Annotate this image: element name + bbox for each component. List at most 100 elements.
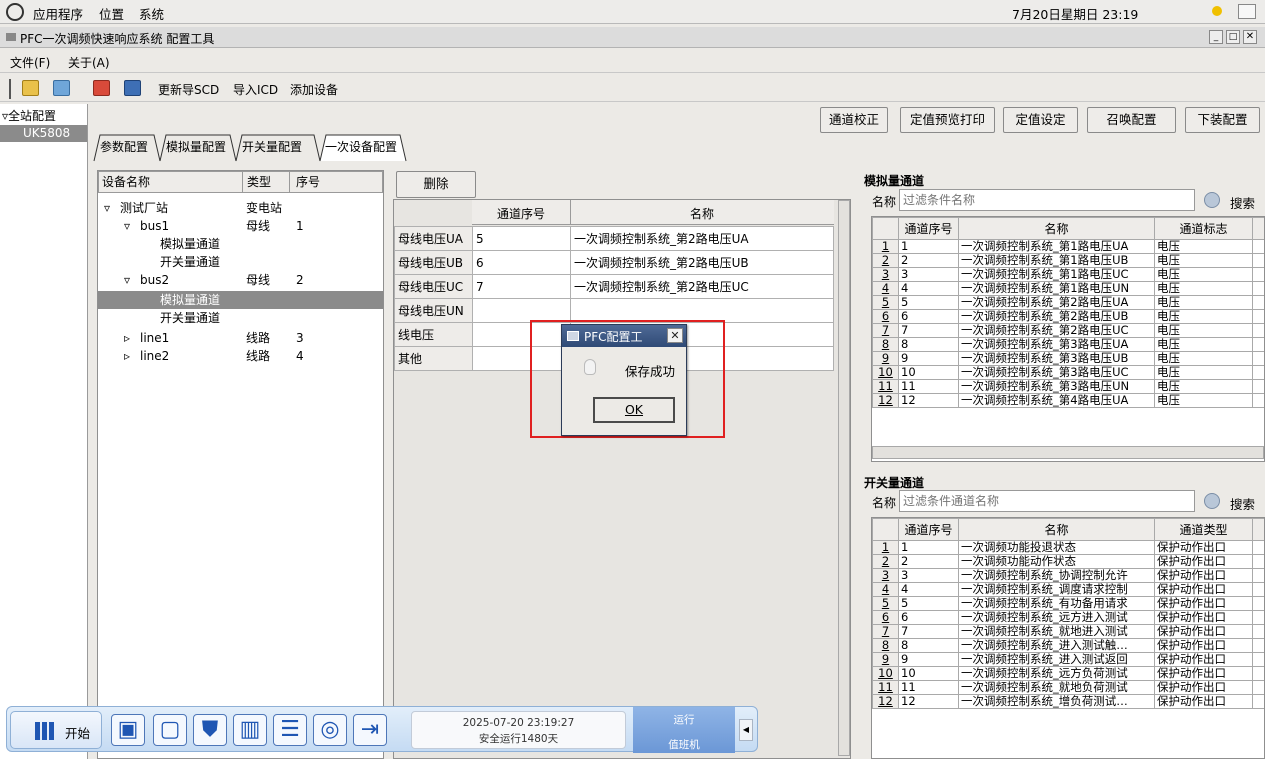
start-button[interactable]: 开始 (10, 711, 102, 749)
table-row[interactable]: 7 7 一次调频控制系统_第2路电压UC 电压 (872, 323, 1264, 338)
col-no[interactable]: 序号 (296, 172, 320, 192)
table-row[interactable]: 母线电压UA 5 一次调频控制系统_第2路电压UA (394, 226, 834, 251)
table-row[interactable]: 11 11 一次调频控制系统_第3路电压UN 电压 (872, 379, 1264, 394)
cell-name[interactable]: 一次调频控制系统_第2路电压UA (570, 226, 834, 251)
recall-config-button[interactable]: 召唤配置 (1087, 107, 1176, 133)
table-row[interactable]: 6 6 一次调频控制系统_远方进入测试 保护动作出口 (872, 610, 1264, 625)
keyboard-icon[interactable] (1238, 4, 1256, 19)
clock[interactable]: 7月20日星期日 23:19 (1012, 4, 1138, 23)
preview-print-button[interactable]: 定值预览打印 (900, 107, 995, 133)
tab-switch-config[interactable]: 开关量配置 (238, 134, 306, 160)
switch-filter-input[interactable] (899, 490, 1195, 512)
table-row[interactable]: 11 11 一次调频控制系统_就地负荷测试 保护动作出口 (872, 680, 1264, 695)
col-channel-no[interactable]: 通道序号 (898, 518, 959, 541)
tree-row[interactable]: ▿ bus1 母线 1 (98, 217, 383, 235)
tab-param-config[interactable]: 参数配置 (96, 134, 152, 160)
table-row[interactable]: 2 2 一次调频控制系统_第1路电压UB 电压 (872, 253, 1264, 268)
app-menu-icon[interactable] (6, 3, 24, 21)
table-row[interactable]: 2 2 一次调频功能动作状态 保护动作出口 (872, 554, 1264, 569)
export-icon[interactable] (93, 80, 110, 96)
table-row[interactable]: 8 8 一次调频控制系统_进入测试触… 保护动作出口 (872, 638, 1264, 653)
tree-row[interactable]: 开关量通道 (98, 309, 383, 327)
analog-search-button[interactable]: 搜索 (1230, 193, 1255, 212)
table-row[interactable]: 4 4 一次调频控制系统_调度请求控制 保护动作出口 (872, 582, 1264, 597)
tab-primary-device-config[interactable]: 一次设备配置 (321, 134, 401, 160)
search-icon[interactable] (1204, 192, 1220, 208)
places-menu[interactable]: 位置 (99, 4, 124, 23)
table-row[interactable]: 7 7 一次调频控制系统_就地进入测试 保护动作出口 (872, 624, 1264, 639)
expand-icon[interactable]: ▹ (124, 329, 130, 347)
collapse-icon[interactable]: ▿ (124, 271, 130, 289)
screen-settings-icon[interactable]: ▢ (153, 714, 187, 746)
dialog-close-icon[interactable]: ✕ (667, 328, 683, 343)
import-icd-button[interactable]: 导入ICD (233, 81, 278, 98)
ok-button[interactable]: OK (593, 397, 675, 423)
col-channel-no[interactable]: 通道序号 (497, 205, 545, 222)
collapse-icon[interactable]: ▿ (124, 217, 130, 235)
switch-search-button[interactable]: 搜索 (1230, 494, 1255, 513)
table-row[interactable]: 12 12 一次调频控制系统_增负荷测试… 保护动作出口 (872, 694, 1264, 709)
table-row[interactable]: 9 9 一次调频控制系统_进入测试返回 保护动作出口 (872, 652, 1264, 667)
update-scd-button[interactable]: 更新导SCD (158, 81, 219, 98)
cell-name[interactable] (570, 298, 834, 323)
new-folder-icon[interactable] (22, 80, 39, 96)
table-row[interactable]: 10 10 一次调频控制系统_第3路电压UC 电压 (872, 365, 1264, 380)
col-channel-name[interactable]: 名称 (690, 205, 714, 222)
table-row[interactable]: 6 6 一次调频控制系统_第2路电压UB 电压 (872, 309, 1264, 324)
col-type[interactable]: 类型 (247, 172, 271, 192)
analog-filter-input[interactable] (899, 189, 1195, 211)
expand-icon[interactable]: ▹ (124, 347, 130, 365)
system-menu[interactable]: 系统 (139, 4, 164, 23)
col-channel-type[interactable]: 通道类型 (1154, 518, 1253, 541)
table-row[interactable]: 12 12 一次调频控制系统_第4路电压UA 电压 (872, 393, 1264, 408)
shield-icon[interactable]: ⛊ (193, 714, 227, 746)
logout-icon[interactable]: ⇥ (353, 714, 387, 746)
table-row[interactable]: 1 1 一次调频功能投退状态 保护动作出口 (872, 540, 1264, 555)
search-window-icon[interactable]: ◎ (313, 714, 347, 746)
cell-no[interactable] (472, 298, 571, 323)
col-channel-no[interactable]: 通道序号 (898, 217, 959, 240)
tree-root[interactable]: ▿全站配置 (2, 107, 56, 124)
table-row[interactable]: 母线电压UB 6 一次调频控制系统_第2路电压UB (394, 250, 834, 275)
table-row[interactable]: 3 3 一次调频控制系统_协调控制允许 保护动作出口 (872, 568, 1264, 583)
tray-icon[interactable] (1212, 6, 1222, 16)
table-row[interactable]: 1 1 一次调频控制系统_第1路电压UA 电压 (872, 239, 1264, 254)
database-icon[interactable]: ☰ (273, 714, 307, 746)
delete-button[interactable]: 删除 (396, 171, 476, 198)
col-name[interactable]: 名称 (958, 217, 1155, 240)
cell-name[interactable]: 一次调频控制系统_第2路电压UB (570, 250, 834, 275)
tree-row[interactable]: 开关量通道 (98, 253, 383, 271)
taskbar-collapse-icon[interactable]: ◀ (739, 719, 753, 741)
table-row[interactable]: 母线电压UC 7 一次调频控制系统_第2路电压UC (394, 274, 834, 299)
cell-no[interactable]: 5 (472, 226, 571, 251)
cell-name[interactable]: 一次调频控制系统_第2路电压UC (570, 274, 834, 299)
col-channel-flag[interactable]: 通道标志 (1154, 217, 1253, 240)
table-row[interactable]: 5 5 一次调频控制系统_有功备用请求 保护动作出口 (872, 596, 1264, 611)
maximize-icon[interactable]: □ (1226, 30, 1240, 44)
table-row[interactable]: 母线电压UN (394, 298, 834, 323)
close-icon[interactable]: ✕ (1243, 30, 1257, 44)
tree-row[interactable]: ▿ 测试厂站 变电站 (98, 199, 383, 217)
applications-menu[interactable]: 应用程序 (33, 4, 83, 23)
set-value-button[interactable]: 定值设定 (1003, 107, 1078, 133)
tree-row[interactable]: ▹ line2 线路 4 (98, 347, 383, 365)
bar-chart-icon[interactable]: ▥ (233, 714, 267, 746)
collapse-icon[interactable]: ▿ (104, 199, 110, 217)
search-icon[interactable] (1204, 493, 1220, 509)
table-row[interactable]: 9 9 一次调频控制系统_第3路电压UB 电压 (872, 351, 1264, 366)
tree-device-uk5808[interactable]: UK5808 (0, 125, 87, 142)
cell-no[interactable]: 6 (472, 250, 571, 275)
tree-row[interactable]: 模拟量通道 (98, 235, 383, 253)
tree-row[interactable]: ▹ line1 线路 3 (98, 329, 383, 347)
about-menu[interactable]: 关于(A) (68, 54, 110, 71)
table-row[interactable]: 4 4 一次调频控制系统_第1路电压UN 电压 (872, 281, 1264, 296)
add-device-button[interactable]: 添加设备 (290, 81, 338, 98)
open-icon[interactable] (53, 80, 70, 96)
tree-row-selected[interactable]: 模拟量通道 (98, 291, 383, 309)
save-icon[interactable] (124, 80, 141, 96)
tab-analog-config[interactable]: 模拟量配置 (162, 134, 230, 160)
download-config-button[interactable]: 下装配置 (1185, 107, 1260, 133)
horizontal-scrollbar[interactable] (872, 446, 1264, 459)
monitor-icon[interactable]: ▣ (111, 714, 145, 746)
table-row[interactable]: 3 3 一次调频控制系统_第1路电压UC 电压 (872, 267, 1264, 282)
